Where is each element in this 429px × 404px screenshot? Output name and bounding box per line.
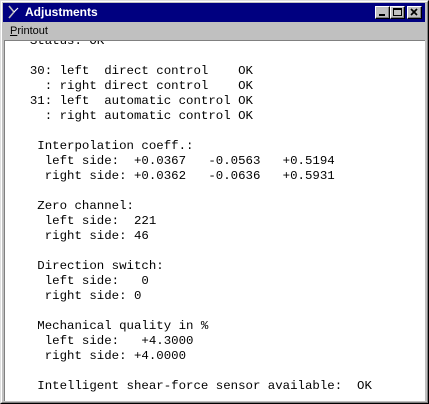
- report-line: right side: +4.0000: [15, 349, 187, 363]
- menu-bar: Printout: [3, 23, 425, 40]
- report-line: left side: +0.0367 -0.0563 +0.5194: [15, 154, 335, 168]
- report-line: 31: left automatic control OK: [15, 94, 253, 108]
- report-line: Intelligent shear-force sensor available…: [15, 379, 372, 393]
- report-text: Status: OK 30: left direct control OK : …: [15, 40, 372, 394]
- title-bar[interactable]: Adjustments: [3, 3, 425, 22]
- report-line: Direction switch:: [15, 259, 164, 273]
- report-line: left side: 221: [15, 214, 157, 228]
- close-button[interactable]: [407, 6, 422, 19]
- window-title: Adjustments: [25, 5, 98, 19]
- report-line: Zero channel:: [15, 199, 134, 213]
- report-line: Interpolation coeff.:: [15, 139, 194, 153]
- minimize-icon: [379, 14, 385, 16]
- report-line: right side: 0: [15, 289, 142, 303]
- maximize-icon: [393, 8, 402, 16]
- report-line: [15, 124, 372, 139]
- report-line: [15, 244, 372, 259]
- report-line: : right automatic control OK: [15, 109, 253, 123]
- menu-printout[interactable]: Printout: [10, 25, 48, 38]
- report-line: [15, 304, 372, 319]
- maximize-button[interactable]: [390, 6, 405, 19]
- report-line: Status: OK: [15, 40, 105, 48]
- report-line: right side: 46: [15, 229, 149, 243]
- report-line: [15, 184, 372, 199]
- report-view[interactable]: Status: OK 30: left direct control OK : …: [4, 40, 425, 401]
- minimize-button[interactable]: [375, 6, 390, 19]
- report-line: right side: +0.0362 -0.0636 +0.5931: [15, 169, 335, 183]
- adjustments-window: Adjustments Printout Status: OK 30: left…: [0, 0, 429, 404]
- report-line: Mechanical quality in %: [15, 319, 209, 333]
- report-line: [15, 49, 372, 64]
- app-logo-icon: [8, 5, 19, 19]
- report-line: [15, 364, 372, 379]
- report-line: 30: left direct control OK: [15, 64, 253, 78]
- menu-printout-label: rintout: [17, 25, 48, 37]
- close-icon: [410, 8, 418, 16]
- report-line: left side: +4.3000: [15, 334, 194, 348]
- report-line: left side: 0: [15, 274, 149, 288]
- report-line: : right direct control OK: [15, 79, 253, 93]
